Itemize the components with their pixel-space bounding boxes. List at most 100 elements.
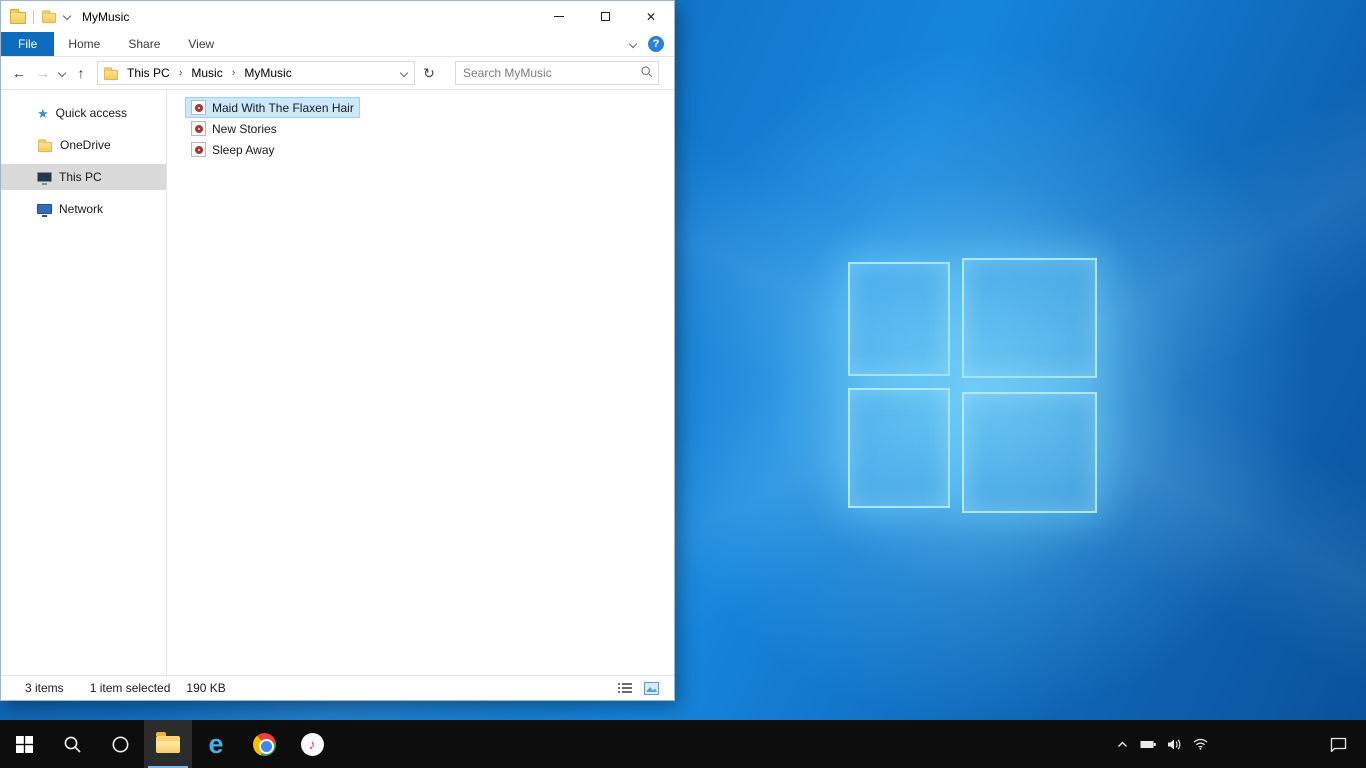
window-title: MyMusic xyxy=(82,9,130,24)
tray-network-button[interactable] xyxy=(1188,720,1212,768)
windows-logo-pane xyxy=(962,392,1097,513)
tray-show-hidden-icons-button[interactable] xyxy=(1110,720,1134,768)
forward-button[interactable]: → xyxy=(31,61,55,85)
qat-separator xyxy=(33,9,34,24)
breadcrumb-separator: › xyxy=(178,67,183,79)
file-name: Maid With The Flaxen Hair xyxy=(212,100,354,115)
cortana-button[interactable] xyxy=(96,720,144,768)
close-icon: ✕ xyxy=(645,9,657,24)
caption-buttons: ✕ xyxy=(536,1,674,32)
address-dropdown-button[interactable] xyxy=(394,68,414,78)
refresh-button[interactable]: ↻ xyxy=(417,61,441,85)
selection-size: 190 KB xyxy=(186,681,226,695)
help-icon[interactable]: ? xyxy=(648,36,664,52)
search-icon xyxy=(64,736,81,753)
recent-locations-button[interactable] xyxy=(55,68,69,78)
view-switcher xyxy=(616,680,666,696)
music-file-icon xyxy=(191,142,206,157)
item-count: 3 items xyxy=(25,681,64,695)
tab-share[interactable]: Share xyxy=(114,32,174,56)
windows-start-icon xyxy=(15,735,33,753)
chrome-icon xyxy=(252,732,276,756)
file-explorer-window: MyMusic ✕ File Home Share View ? ← → ↑ T… xyxy=(0,0,675,701)
chevron-down-icon xyxy=(57,68,67,78)
search-box xyxy=(455,61,659,85)
file-item[interactable]: New Stories xyxy=(185,118,283,139)
address-bar-row: ← → ↑ This PC › Music › MyMusic ↻ xyxy=(1,57,674,90)
action-center-button[interactable] xyxy=(1316,720,1360,768)
breadcrumb-separator: › xyxy=(231,67,236,79)
desktop[interactable]: MyMusic ✕ File Home Share View ? ← → ↑ T… xyxy=(0,0,1366,720)
sidebar-item-label: Quick access xyxy=(55,106,128,120)
tab-view[interactable]: View xyxy=(174,32,228,56)
breadcrumb-mymusic[interactable]: MyMusic xyxy=(242,66,293,80)
quick-access-star-icon: ★ xyxy=(37,105,49,121)
windows-logo-glow xyxy=(765,175,1185,595)
tray-volume-button[interactable] xyxy=(1162,720,1186,768)
minimize-button[interactable] xyxy=(536,1,582,32)
file-list[interactable]: Maid With The Flaxen Hair New Stories Sl… xyxy=(167,90,674,675)
explorer-window-icon xyxy=(10,9,26,24)
tray-battery-button[interactable] xyxy=(1136,720,1160,768)
sidebar-item-onedrive[interactable]: OneDrive xyxy=(1,132,166,158)
cortana-icon xyxy=(112,736,128,752)
up-button[interactable]: ↑ xyxy=(69,61,93,85)
sidebar-item-this-pc[interactable]: This PC xyxy=(1,164,166,190)
ribbon-right-controls: ? xyxy=(628,32,674,56)
details-view-button[interactable] xyxy=(616,680,634,696)
taskbar-chrome-button[interactable] xyxy=(240,720,288,768)
qat-folder-icon[interactable] xyxy=(42,10,56,24)
sidebar-item-network[interactable]: Network xyxy=(1,196,166,222)
wifi-icon xyxy=(1193,738,1207,750)
windows-logo-pane xyxy=(848,262,950,376)
taskbar-itunes-button[interactable]: ♪ xyxy=(288,720,336,768)
maximize-icon xyxy=(600,12,610,21)
search-input[interactable] xyxy=(455,61,659,85)
action-center-icon xyxy=(1330,737,1346,752)
selection-count: 1 item selected xyxy=(89,681,171,695)
taskbar-edge-button[interactable]: e xyxy=(192,720,240,768)
navigation-pane: ★ Quick access OneDrive This PC Network xyxy=(1,90,167,675)
title-bar[interactable]: MyMusic ✕ xyxy=(1,1,674,32)
file-name: Sleep Away xyxy=(212,142,275,157)
windows-logo-pane xyxy=(848,388,950,508)
windows-logo-pane xyxy=(962,258,1097,378)
address-folder-icon xyxy=(104,66,118,80)
breadcrumb-music[interactable]: Music xyxy=(189,66,224,80)
tab-home[interactable]: Home xyxy=(54,32,114,56)
taskbar-search-button[interactable] xyxy=(48,720,96,768)
search-icon[interactable] xyxy=(640,65,654,82)
breadcrumb-this-pc[interactable]: This PC xyxy=(125,66,172,80)
taskbar: e ♪ xyxy=(0,720,1366,768)
file-item[interactable]: Sleep Away xyxy=(185,139,281,160)
start-button[interactable] xyxy=(0,720,48,768)
itunes-icon: ♪ xyxy=(300,732,324,756)
status-bar: 3 items 1 item selected 190 KB xyxy=(1,675,674,700)
tab-file[interactable]: File xyxy=(1,32,55,56)
sidebar-item-quick-access[interactable]: ★ Quick access xyxy=(1,100,166,126)
minimize-icon xyxy=(554,16,564,17)
sidebar-item-label: Network xyxy=(59,202,104,216)
edge-icon: e xyxy=(208,728,224,759)
sidebar-item-label: OneDrive xyxy=(60,138,111,152)
music-file-icon xyxy=(191,100,206,115)
file-name: New Stories xyxy=(212,121,277,136)
address-bar[interactable]: This PC › Music › MyMusic xyxy=(97,61,415,85)
this-pc-icon xyxy=(37,172,52,185)
close-button[interactable]: ✕ xyxy=(628,1,674,32)
speaker-icon xyxy=(1167,738,1180,750)
quick-access-toolbar xyxy=(1,9,72,24)
back-button[interactable]: ← xyxy=(7,61,31,85)
battery-icon xyxy=(1140,740,1156,748)
maximize-button[interactable] xyxy=(582,1,628,32)
large-icons-view-button[interactable] xyxy=(642,680,660,696)
system-tray xyxy=(1110,720,1212,768)
qat-customize-chevron-icon[interactable] xyxy=(62,11,72,20)
window-body: ★ Quick access OneDrive This PC Network xyxy=(1,90,674,675)
sidebar-item-label: This PC xyxy=(59,170,102,184)
expand-ribbon-chevron-icon[interactable] xyxy=(628,39,638,49)
file-item-selected[interactable]: Maid With The Flaxen Hair xyxy=(185,97,360,118)
ribbon-tab-row: File Home Share View ? xyxy=(1,32,674,57)
taskbar-file-explorer-button[interactable] xyxy=(144,720,192,768)
network-icon xyxy=(37,204,52,217)
